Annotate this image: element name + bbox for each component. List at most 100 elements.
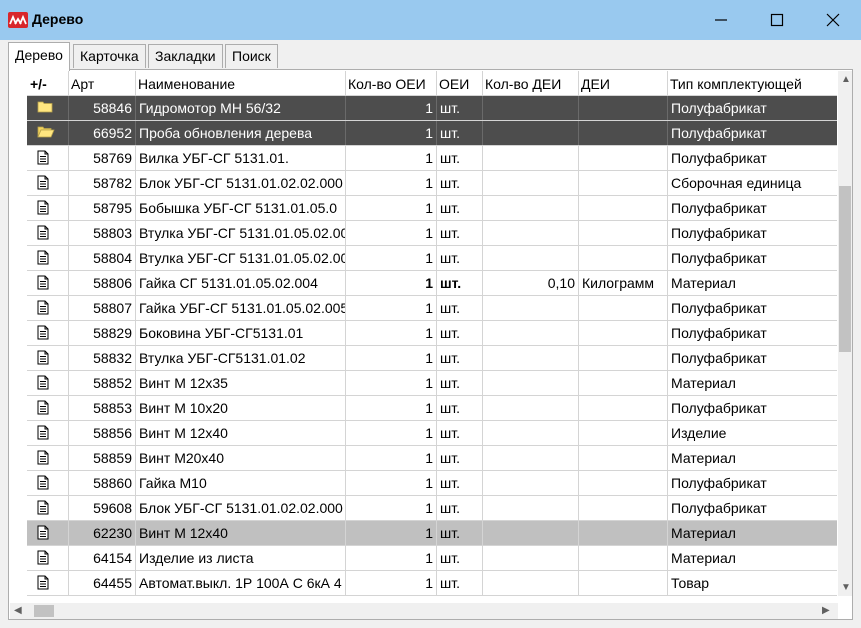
cell-unit2[interactable] — [579, 421, 668, 445]
cell-unit[interactable]: шт. — [437, 96, 483, 120]
row-icon-cell[interactable] — [27, 496, 69, 520]
cell-qty[interactable]: 1 — [346, 121, 437, 145]
table-row[interactable]: 62230 Винт М 12х40 1 шт. Материал — [27, 521, 837, 546]
row-icon-cell[interactable] — [27, 346, 69, 370]
maximize-button[interactable] — [749, 0, 805, 40]
cell-type[interactable]: Полуфабрикат — [668, 471, 837, 495]
cell-art[interactable]: 58860 — [69, 471, 136, 495]
cell-qty[interactable]: 1 — [346, 371, 437, 395]
cell-type[interactable]: Изделие — [668, 421, 837, 445]
table-row[interactable]: 58859 Винт М20х40 1 шт. Материал — [27, 446, 837, 471]
cell-qty2[interactable] — [483, 196, 579, 220]
table-row[interactable]: 58832 Втулка УБГ-СГ5131.01.02 1 шт. Полуфабр… — [27, 346, 837, 371]
cell-qty2[interactable] — [483, 121, 579, 145]
cell-type[interactable]: Полуфабрикат — [668, 196, 837, 220]
cell-type[interactable]: Материал — [668, 521, 837, 545]
table-row[interactable]: 58846 Гидромотор МН 56/32 1 шт. Полуфабрикат — [27, 96, 837, 121]
cell-art[interactable]: 58859 — [69, 446, 136, 470]
cell-unit[interactable]: шт. — [437, 271, 483, 295]
cell-art[interactable]: 58829 — [69, 321, 136, 345]
cell-unit[interactable]: шт. — [437, 221, 483, 245]
cell-qty[interactable]: 1 — [346, 421, 437, 445]
cell-qty[interactable]: 1 — [346, 396, 437, 420]
cell-unit[interactable]: шт. — [437, 446, 483, 470]
row-icon-cell[interactable] — [27, 446, 69, 470]
row-icon-cell[interactable] — [27, 521, 69, 545]
table-row[interactable]: 58852 Винт М 12х35 1 шт. Материал — [27, 371, 837, 396]
cell-qty2[interactable] — [483, 146, 579, 170]
row-icon-cell[interactable] — [27, 221, 69, 245]
table-row[interactable]: 58804 Втулка УБГ-СГ 5131.01.05.02.00 1 шт. П… — [27, 246, 837, 271]
cell-qty[interactable]: 1 — [346, 296, 437, 320]
cell-type[interactable]: Полуфабрикат — [668, 96, 837, 120]
cell-art[interactable]: 58832 — [69, 346, 136, 370]
cell-unit2[interactable] — [579, 521, 668, 545]
cell-unit2[interactable] — [579, 471, 668, 495]
cell-unit[interactable]: шт. — [437, 246, 483, 270]
cell-art[interactable]: 58806 — [69, 271, 136, 295]
row-icon-cell[interactable] — [27, 546, 69, 570]
cell-name[interactable]: Автомат.выкл. 1Р 100А С 6кА 4 — [136, 571, 346, 595]
cell-unit2[interactable]: Килограмм — [579, 271, 668, 295]
cell-unit2[interactable] — [579, 121, 668, 145]
cell-qty[interactable]: 1 — [346, 246, 437, 270]
scroll-up-icon[interactable]: ▲ — [841, 74, 851, 85]
cell-qty[interactable]: 1 — [346, 321, 437, 345]
table-row[interactable]: 58829 Боковина УБГ-СГ5131.01 1 шт. Полуфабри… — [27, 321, 837, 346]
cell-unit[interactable]: шт. — [437, 171, 483, 195]
cell-unit[interactable]: шт. — [437, 121, 483, 145]
cell-unit2[interactable] — [579, 496, 668, 520]
cell-name[interactable]: Гайка СГ 5131.01.05.02.004 — [136, 271, 346, 295]
vertical-scrollbar[interactable]: ▲ ▼ — [838, 71, 852, 596]
cell-name[interactable]: Изделие из листа — [136, 546, 346, 570]
cell-name[interactable]: Бобышка УБГ-СГ 5131.01.05.0 — [136, 196, 346, 220]
cell-qty[interactable]: 1 — [346, 571, 437, 595]
cell-type[interactable]: Полуфабрикат — [668, 321, 837, 345]
cell-art[interactable]: 62230 — [69, 521, 136, 545]
table-row[interactable]: 58803 Втулка УБГ-СГ 5131.01.05.02.00 1 шт. П… — [27, 221, 837, 246]
cell-qty[interactable]: 1 — [346, 521, 437, 545]
cell-art[interactable]: 58846 — [69, 96, 136, 120]
cell-qty2[interactable] — [483, 96, 579, 120]
cell-name[interactable]: Гайка УБГ-СГ 5131.01.05.02.005 — [136, 296, 346, 320]
cell-qty2[interactable] — [483, 521, 579, 545]
cell-qty2[interactable]: 0,10 — [483, 271, 579, 295]
cell-unit2[interactable] — [579, 246, 668, 270]
row-icon-cell[interactable] — [27, 96, 69, 120]
table-row[interactable]: 64455 Автомат.выкл. 1Р 100А С 6кА 4 1 шт. То… — [27, 571, 837, 596]
cell-art[interactable]: 64455 — [69, 571, 136, 595]
row-icon-cell[interactable] — [27, 321, 69, 345]
cell-qty2[interactable] — [483, 221, 579, 245]
cell-qty2[interactable] — [483, 471, 579, 495]
cell-unit2[interactable] — [579, 171, 668, 195]
table-row[interactable]: 58769 Вилка УБГ-СГ 5131.01. 1 шт. Полуфабрик… — [27, 146, 837, 171]
col-header-toggle[interactable]: +/- — [27, 71, 69, 95]
cell-type[interactable]: Сборочная единица — [668, 171, 837, 195]
cell-unit[interactable]: шт. — [437, 396, 483, 420]
cell-unit2[interactable] — [579, 296, 668, 320]
cell-name[interactable]: Винт М 10х20 — [136, 396, 346, 420]
vertical-scroll-thumb[interactable] — [839, 186, 851, 352]
cell-name[interactable]: Втулка УБГ-СГ 5131.01.05.02.00 — [136, 246, 346, 270]
table-row[interactable]: 59608 Блок УБГ-СГ 5131.01.02.02.000 1 шт. По… — [27, 496, 837, 521]
cell-qty[interactable]: 1 — [346, 221, 437, 245]
table-row[interactable]: 58806 Гайка СГ 5131.01.05.02.004 1 шт. 0,10 К… — [27, 271, 837, 296]
close-button[interactable] — [805, 0, 861, 40]
cell-name[interactable]: Блок УБГ-СГ 5131.01.02.02.000 — [136, 496, 346, 520]
cell-name[interactable]: Винт М20х40 — [136, 446, 346, 470]
cell-unit2[interactable] — [579, 396, 668, 420]
cell-type[interactable]: Материал — [668, 271, 837, 295]
cell-name[interactable]: Втулка УБГ-СГ5131.01.02 — [136, 346, 346, 370]
cell-type[interactable]: Полуфабрикат — [668, 121, 837, 145]
cell-name[interactable]: Проба обновления дерева — [136, 121, 346, 145]
cell-unit[interactable]: шт. — [437, 346, 483, 370]
cell-art[interactable]: 64154 — [69, 546, 136, 570]
table-row[interactable]: 58782 Блок УБГ-СГ 5131.01.02.02.000 1 шт. Сб… — [27, 171, 837, 196]
cell-unit2[interactable] — [579, 546, 668, 570]
cell-name[interactable]: Втулка УБГ-СГ 5131.01.05.02.00 — [136, 221, 346, 245]
cell-art[interactable]: 58803 — [69, 221, 136, 245]
cell-type[interactable]: Полуфабрикат — [668, 346, 837, 370]
row-icon-cell[interactable] — [27, 121, 69, 145]
tab-search[interactable]: Поиск — [225, 44, 278, 68]
row-icon-cell[interactable] — [27, 146, 69, 170]
